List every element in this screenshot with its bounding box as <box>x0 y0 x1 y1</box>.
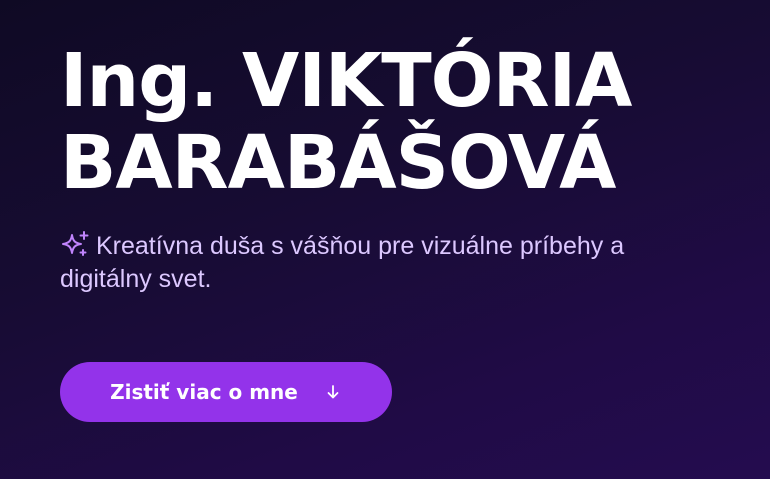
hero-name-line-1: Ing. VIKTÓRIA <box>60 38 632 124</box>
learn-more-label: Zistiť viac o mne <box>110 380 298 404</box>
hero-name: Ing. VIKTÓRIA BARABÁŠOVÁ <box>60 40 750 204</box>
learn-more-button[interactable]: Zistiť viac o mne <box>60 362 392 422</box>
arrow-down-icon <box>327 385 339 399</box>
sparkles-icon <box>62 231 89 256</box>
hero-tagline: Kreatívna duša s vášňou pre vizuálne prí… <box>60 230 680 296</box>
hero-name-line-2: BARABÁŠOVÁ <box>60 120 616 206</box>
hero-tagline-text: Kreatívna duša s vášňou pre vizuálne prí… <box>60 232 625 293</box>
hero-section: Ing. VIKTÓRIA BARABÁŠOVÁ Kreatívna duša … <box>60 40 750 296</box>
